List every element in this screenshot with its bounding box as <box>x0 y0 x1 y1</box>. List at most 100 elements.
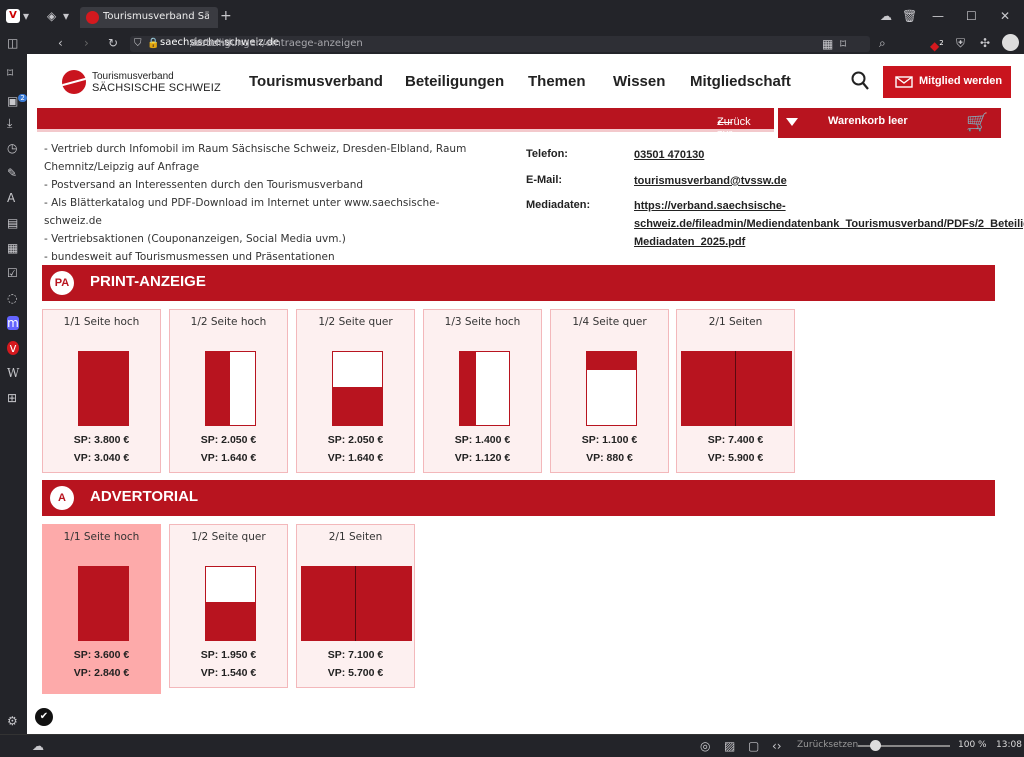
logo-text-line1[interactable]: Tourismusverband <box>92 71 174 82</box>
minimize-icon[interactable]: — <box>932 9 944 23</box>
downloads-icon[interactable]: ⤓ <box>7 116 12 130</box>
new-tab-icon[interactable]: + <box>220 9 232 23</box>
page-viewport: Tourismusverband SÄCHSISCHE SCHWEIZ Tour… <box>27 54 1024 734</box>
card-vp-price: VP: 5.900 € <box>707 452 764 464</box>
tabs-panel-icon[interactable]: ▣ 2 <box>7 91 27 108</box>
list-item: - Postversand an Interessenten durch den… <box>44 179 364 191</box>
ad-card-2-1-seiten[interactable]: 2/1 Seiten SP: 7.400 € VP: 5.900 € <box>676 309 795 473</box>
site-favicon-icon <box>86 11 99 24</box>
close-icon[interactable]: ✕ <box>1000 9 1010 23</box>
back-to-list-button[interactable]: ⟵ Zurück zur Liste <box>37 108 774 152</box>
card-vp-price: VP: 1.540 € <box>200 667 257 679</box>
privacy-shield-icon[interactable]: ✔ <box>35 708 53 726</box>
media-link[interactable]: https://verband.saechsische- schweiz.de/… <box>634 197 1024 251</box>
page-icon[interactable]: ▢ <box>748 739 759 753</box>
cloud-sync-icon[interactable]: ☁ <box>32 739 44 753</box>
zoom-slider[interactable] <box>858 740 950 751</box>
card-sp-price: SP: 1.100 € <box>581 434 638 446</box>
become-member-button[interactable]: Mitglied werden <box>883 66 1011 98</box>
tab-stack-icon[interactable]: ◈ <box>47 9 56 23</box>
phone-link[interactable]: 03501 470130 <box>634 146 1024 164</box>
vivaldi-logo-icon[interactable]: V <box>6 9 20 23</box>
nav-wissen[interactable]: Wissen <box>613 73 665 90</box>
advertorial-badge-icon: A <box>50 486 74 510</box>
browser-tab-bar: V ▾ ◈ ▾ Tourismusverband Sächsische + ☁ … <box>0 0 1024 32</box>
zoom-slider-handle[interactable] <box>870 740 881 751</box>
bookmarks-icon[interactable]: ⌑ <box>7 66 13 80</box>
card-vp-price: VP: 3.040 € <box>73 452 130 464</box>
back-icon[interactable]: ‹ <box>58 36 63 50</box>
section-title: PRINT-ANZEIGE <box>90 273 206 290</box>
settings-icon[interactable]: ⚙ <box>7 714 18 728</box>
media-label: Mediadaten: <box>526 199 591 211</box>
ad-card-1-1-hoch[interactable]: 1/1 Seite hoch SP: 3.800 € VP: 3.040 € <box>42 309 161 473</box>
url-path: /beteiligungen/eintraege-anzeigen <box>190 38 363 49</box>
extensions-icon[interactable]: ✣ <box>980 36 990 50</box>
notes-icon[interactable]: ✎ <box>7 166 17 180</box>
url-field[interactable]: ⛉ 🔒 verband. saechsische-schweiz.de/betei… <box>130 36 870 52</box>
capture-icon[interactable]: ◎ <box>700 739 710 753</box>
mail-icon <box>895 76 913 88</box>
card-vp-price: VP: 5.700 € <box>327 667 384 679</box>
section-advertorial: A ADVERTORIAL <box>42 480 995 516</box>
site-header: Tourismusverband SÄCHSISCHE SCHWEIZ Tour… <box>27 54 1024 108</box>
cart-button[interactable]: Warenkorb leer 🛒 <box>778 108 1001 138</box>
ad-card-1-2-quer[interactable]: 1/2 Seite quer SP: 2.050 € VP: 1.640 € <box>296 309 415 473</box>
mastodon-icon[interactable]: m <box>7 316 19 330</box>
wikipedia-icon[interactable]: W <box>7 366 19 380</box>
distribution-list: - Vertrieb durch Infomobil im Raum Sächs… <box>44 140 494 266</box>
card-title: 1/2 Seite quer <box>318 316 393 328</box>
add-panel-icon[interactable]: ⊞ <box>7 391 17 405</box>
image-icon[interactable]: ▨ <box>724 739 735 753</box>
card-vp-price: VP: 1.640 € <box>327 452 384 464</box>
calendar-icon[interactable]: ▦ <box>7 241 18 255</box>
status-bar: ☁ ◎ ▨ ▢ ‹› Zurücksetzen 100 % 13:08 <box>0 734 1024 757</box>
zoom-reset[interactable]: Zurücksetzen <box>797 740 858 750</box>
tasks-icon[interactable]: ☑ <box>7 266 18 280</box>
nav-tourismusverband[interactable]: Tourismusverband <box>249 73 383 90</box>
logo-icon[interactable] <box>62 70 86 94</box>
chevron-down-icon[interactable]: ▾ <box>23 9 29 23</box>
vivaldi-icon[interactable]: v <box>7 341 19 355</box>
chevron-down-icon[interactable]: ▾ <box>63 9 69 23</box>
trash-icon[interactable]: 🗑 <box>902 9 917 23</box>
card-sp-price: SP: 7.400 € <box>707 434 764 446</box>
spread-divider <box>735 351 736 426</box>
print-badge-icon: PA <box>50 271 74 295</box>
reload-icon[interactable]: ↻ <box>108 36 118 50</box>
active-tab[interactable]: Tourismusverband Sächsische <box>80 7 218 28</box>
card-sp-price: SP: 7.100 € <box>327 649 384 661</box>
cloud-icon[interactable]: ☁ <box>880 9 892 23</box>
ad-card-1-3-hoch[interactable]: 1/3 Seite hoch SP: 1.400 € VP: 1.120 € <box>423 309 542 473</box>
ad-card-1-4-quer[interactable]: 1/4 Seite quer SP: 1.100 € VP: 880 € <box>550 309 669 473</box>
code-icon[interactable]: ‹› <box>772 739 782 753</box>
ad-card-1-2-hoch[interactable]: 1/2 Seite hoch SP: 2.050 € VP: 1.640 € <box>169 309 288 473</box>
search-icon[interactable]: ⌕ <box>879 36 886 50</box>
advertorial-card-1-1-hoch[interactable]: 1/1 Seite hoch SP: 3.600 € VP: 2.840 € <box>42 524 161 694</box>
chat-icon[interactable]: ◌ <box>7 291 17 305</box>
zoom-level: 100 % <box>958 740 987 750</box>
window-icon[interactable]: ▤ <box>7 216 18 230</box>
advertorial-card-2-1-seiten[interactable]: 2/1 Seiten SP: 7.100 € VP: 5.700 € <box>296 524 415 688</box>
nav-beteiligungen[interactable]: Beteiligungen <box>405 73 504 90</box>
history-icon[interactable]: ◷ <box>7 141 17 155</box>
translate-icon[interactable]: A <box>7 191 15 205</box>
ublock-icon[interactable]: ◆2 <box>930 36 944 53</box>
media-link-line: https://verband.saechsische- <box>634 200 786 212</box>
advertorial-card-1-2-quer[interactable]: 1/2 Seite quer SP: 1.950 € VP: 1.540 € <box>169 524 288 688</box>
page-fill-icon <box>78 351 129 426</box>
card-title: 1/2 Seite quer <box>191 531 266 543</box>
card-sp-price: SP: 3.800 € <box>73 434 130 446</box>
email-link[interactable]: tourismusverband@tvssw.de <box>634 172 1024 190</box>
search-icon[interactable] <box>851 71 869 91</box>
logo-text-line2[interactable]: SÄCHSISCHE SCHWEIZ <box>92 82 221 94</box>
nav-themen[interactable]: Themen <box>528 73 586 90</box>
forward-icon[interactable]: › <box>84 36 89 50</box>
maximize-icon[interactable]: ☐ <box>966 9 977 23</box>
avatar[interactable] <box>1002 34 1019 51</box>
panel-toggle-icon[interactable]: ◫ <box>7 36 18 50</box>
shield-extension-icon[interactable]: ⛨ <box>956 36 965 50</box>
bookmark-icon[interactable]: ⌑ <box>840 37 846 51</box>
qr-code-icon[interactable]: ▦ <box>822 37 833 51</box>
nav-mitgliedschaft[interactable]: Mitgliedschaft <box>690 73 791 90</box>
